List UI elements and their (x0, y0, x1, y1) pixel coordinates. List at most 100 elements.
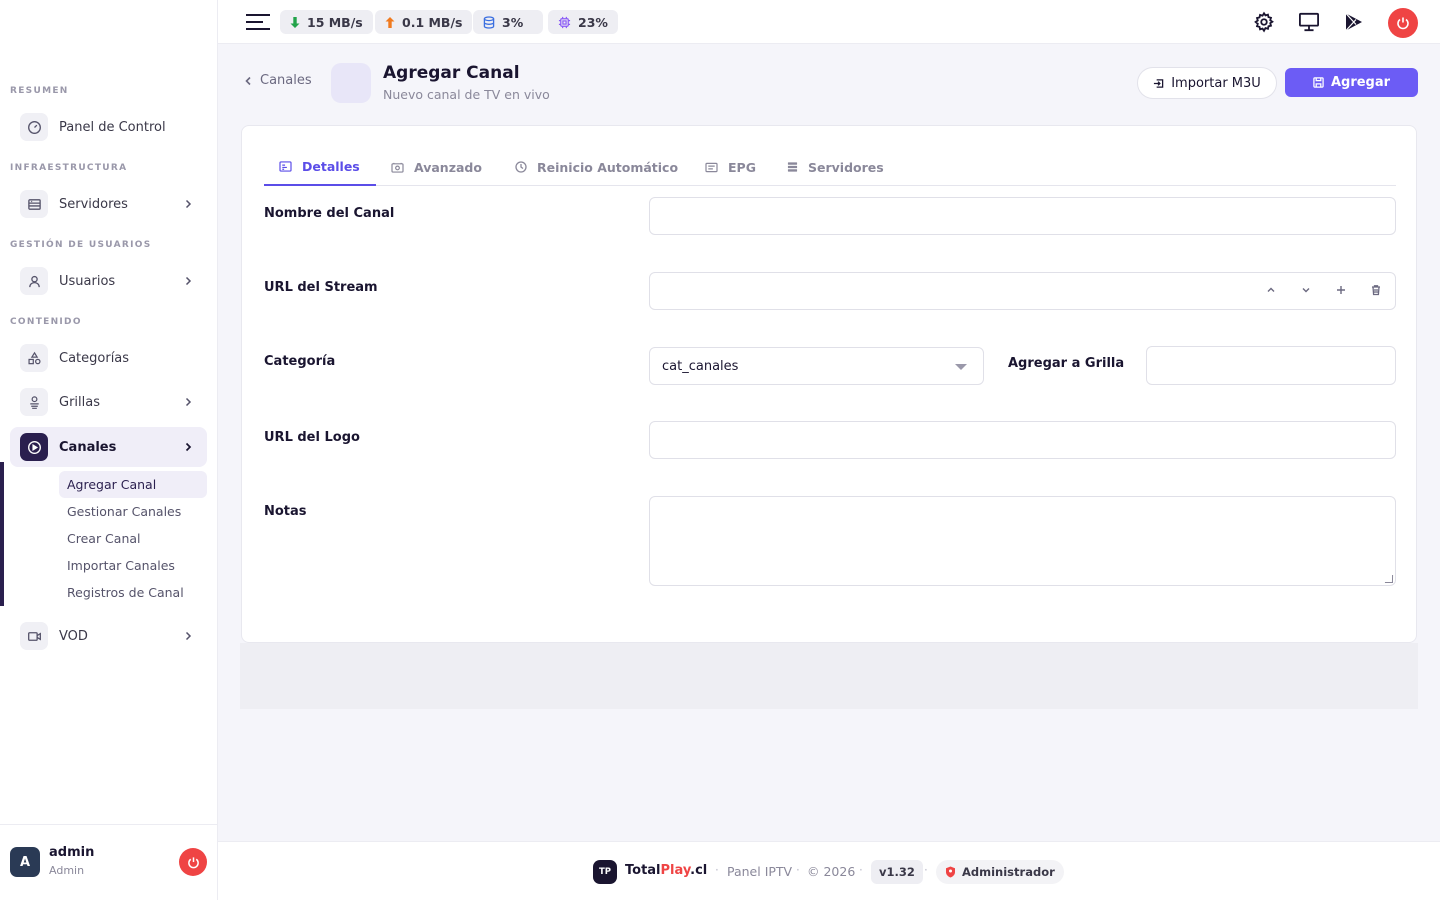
product-name: Panel IPTV (727, 864, 793, 879)
guide-icon (705, 162, 718, 172)
chevron-right-icon (183, 397, 193, 407)
disk-usage-badge: 3% (473, 10, 543, 34)
sidebar-item-label: VOD (59, 628, 88, 644)
user-panel: A admin Admin (0, 824, 218, 900)
separator-dot: · (859, 863, 863, 877)
tab-avanzado[interactable]: Avanzado (376, 148, 497, 186)
user-role: Admin (49, 864, 85, 877)
power-button[interactable] (1388, 8, 1418, 38)
sidebar-item-label: Categorías (59, 350, 130, 366)
settings-button[interactable] (1252, 10, 1276, 34)
category-select[interactable]: cat_canales (649, 347, 984, 385)
sidebar-item-label: Grillas (59, 394, 100, 410)
sidebar-item-categorias[interactable]: Categorías (10, 338, 207, 378)
subitem-gestionar-canales[interactable]: Gestionar Canales (59, 498, 207, 525)
grid-icon (20, 388, 48, 416)
active-section-indicator (0, 462, 4, 606)
sidebar-item-panel-de-control[interactable]: Panel de Control (10, 107, 207, 147)
sidebar-item-grillas[interactable]: Grillas (10, 382, 207, 422)
download-speed: 15 MB/s (307, 14, 363, 30)
section-gestion-usuarios: GESTIÓN DE USUARIOS (10, 240, 152, 250)
subitem-agregar-canal[interactable]: Agregar Canal (59, 471, 207, 498)
shapes-icon (20, 344, 48, 372)
trash-icon[interactable] (1370, 284, 1382, 296)
logout-button[interactable] (179, 848, 207, 876)
page-icon (331, 63, 371, 103)
move-up-icon[interactable] (1265, 284, 1277, 296)
separator-dot: · (715, 863, 719, 877)
import-icon (1154, 78, 1164, 88)
upload-speed: 0.1 MB/s (402, 14, 463, 30)
tab-servidores[interactable]: Servidores (772, 148, 899, 186)
import-m3u-label: Importar M3U (1171, 75, 1261, 91)
tab-label: EPG (728, 159, 756, 175)
sliders-icon (391, 162, 404, 173)
brand-logo: TP (593, 860, 617, 884)
user-name: admin (49, 845, 95, 860)
section-contenido: CONTENIDO (10, 317, 82, 327)
add-to-grid-input[interactable] (1146, 346, 1396, 385)
separator-dot: · (796, 863, 800, 877)
tab-epg[interactable]: EPG (690, 148, 771, 186)
version-badge: v1.32 (871, 860, 923, 884)
content-footer-area (240, 643, 1418, 709)
add-button[interactable]: Agregar (1285, 68, 1418, 97)
cpu-usage-badge: 23% (548, 10, 618, 34)
channel-name-input[interactable] (649, 197, 1396, 235)
back-link-label: Canales (260, 73, 312, 88)
chevron-right-icon (183, 276, 193, 286)
role-badge: Administrador (936, 860, 1064, 884)
subitem-importar-canales[interactable]: Importar Canales (59, 552, 207, 579)
category-label: Categoría (264, 354, 336, 369)
tab-label: Detalles (302, 158, 360, 174)
page-subtitle: Nuevo canal de TV en vivo (383, 87, 550, 102)
subitem-crear-canal[interactable]: Crear Canal (59, 525, 207, 552)
chevron-right-icon (183, 442, 193, 452)
topbar: 15 MB/s 0.1 MB/s 3% 23% (218, 0, 1440, 44)
cpu-usage: 23% (578, 14, 608, 30)
server-stack-icon (787, 162, 798, 172)
sidebar-item-vod[interactable]: VOD (10, 616, 207, 656)
logo-url-label: URL del Logo (264, 430, 360, 445)
save-icon (1313, 77, 1324, 88)
notes-textarea[interactable] (649, 496, 1396, 586)
monitor-button[interactable] (1297, 10, 1321, 34)
sidebar-item-usuarios[interactable]: Usuarios (10, 261, 207, 301)
move-down-icon[interactable] (1300, 284, 1312, 296)
download-speed-badge: 15 MB/s (280, 10, 373, 34)
arrow-down-icon (290, 16, 300, 28)
sidebar-item-label: Usuarios (59, 273, 116, 289)
chevron-left-icon (245, 76, 251, 85)
menu-toggle-button[interactable] (245, 12, 271, 32)
tab-bar: Detalles Avanzado Reinicio Automático EP… (264, 148, 1396, 186)
tab-detalles[interactable]: Detalles (264, 148, 376, 186)
form-card: Detalles Avanzado Reinicio Automático EP… (241, 125, 1417, 643)
gear-icon (1254, 11, 1274, 33)
upload-speed-badge: 0.1 MB/s (375, 10, 473, 34)
caret-down-icon (955, 364, 967, 370)
play-icon (1345, 13, 1362, 31)
tab-label: Servidores (808, 159, 884, 175)
sidebar-item-label: Panel de Control (59, 119, 166, 135)
power-icon (187, 856, 199, 868)
add-stream-icon[interactable] (1335, 284, 1347, 296)
monitor-icon (1299, 12, 1319, 32)
import-m3u-button[interactable]: Importar M3U (1137, 67, 1277, 99)
channel-name-label: Nombre del Canal (264, 206, 395, 221)
subitem-registros-de-canal[interactable]: Registros de Canal (59, 579, 207, 606)
resize-handle-icon[interactable] (1384, 575, 1394, 583)
server-icon (20, 190, 48, 218)
id-card-icon (279, 160, 292, 172)
stream-url-input[interactable] (649, 272, 1396, 310)
sidebar-item-servidores[interactable]: Servidores (10, 184, 207, 224)
logo-url-input[interactable] (649, 421, 1396, 459)
tab-reinicio-automatico[interactable]: Reinicio Automático (500, 148, 693, 186)
arrow-up-icon (385, 16, 395, 28)
play-store-button[interactable] (1342, 10, 1366, 34)
cpu-icon (558, 16, 571, 28)
add-to-grid-label: Agregar a Grilla (1008, 356, 1125, 371)
back-link[interactable]: Canales (244, 73, 312, 88)
brand-name: TotalPlay.cl (625, 863, 708, 878)
sidebar-item-canales[interactable]: Canales (10, 427, 207, 467)
avatar[interactable]: A (10, 847, 40, 877)
